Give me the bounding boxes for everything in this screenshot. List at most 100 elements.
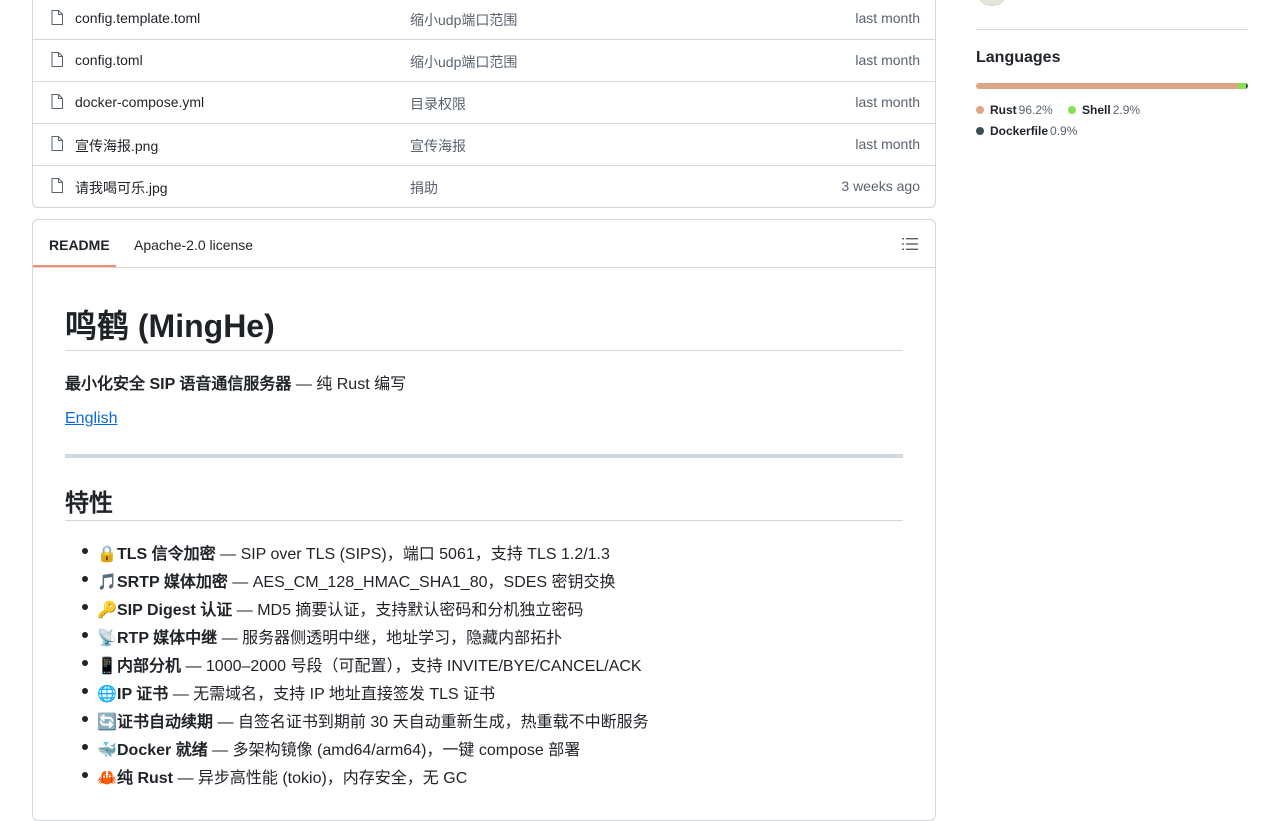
tab-readme[interactable]: README: [49, 237, 110, 253]
language-color-dot: [976, 127, 984, 135]
commit-date: last month: [855, 52, 920, 68]
feature-desc: — MD5 摘要认证，支持默认密码和分机独立密码: [232, 602, 584, 619]
readme-panel: README Apache-2.0 license 鸣鹤 (MingHe) 最小…: [32, 219, 936, 821]
feature-title: SRTP 媒体加密: [117, 574, 228, 591]
file-row[interactable]: docker-compose.yml 目录权限 last month: [33, 81, 935, 123]
readme-tagline: 最小化安全 SIP 语音通信服务器 — 纯 Rust 编写: [65, 370, 406, 394]
language-item-dockerfile[interactable]: Dockerfile 0.9%: [976, 123, 1077, 144]
english-link[interactable]: English: [65, 410, 117, 428]
feature-desc: — 服务器侧透明中继，地址学习，隐藏内部拓扑: [217, 630, 563, 647]
title-divider: [65, 350, 903, 351]
feature-item: 🌐IP 证书 — 无需域名，支持 IP 地址直接签发 TLS 证书: [65, 680, 649, 708]
bullet: [82, 576, 88, 582]
commit-date: last month: [855, 136, 920, 152]
globe-icon: 🌐: [97, 684, 117, 703]
languages-heading: Languages: [976, 49, 1061, 66]
languages-bar: [976, 83, 1248, 89]
feature-desc: — 1000–2000 号段（可配置），支持 INVITE/BYE/CANCEL…: [181, 658, 642, 675]
feature-item: 📱内部分机 — 1000–2000 号段（可配置），支持 INVITE/BYE/…: [65, 652, 649, 680]
file-row[interactable]: config.toml 缩小udp端口范围 last month: [33, 39, 935, 81]
heading-divider: [65, 520, 903, 521]
feature-title: 纯 Rust: [117, 770, 174, 787]
bullet: [82, 604, 88, 610]
feature-title: TLS 信令加密: [117, 546, 216, 563]
bullet: [82, 744, 88, 750]
feature-title: Docker 就绪: [117, 742, 208, 759]
file-icon: [51, 178, 63, 193]
language-color-dot: [1068, 106, 1077, 114]
lang-bar-rust[interactable]: [976, 83, 1238, 89]
music-note-icon: 🎵: [97, 572, 117, 591]
sidebar-divider: [976, 29, 1248, 30]
file-row[interactable]: 宣传海报.png 宣传海报 last month: [33, 123, 935, 165]
file-name-link[interactable]: config.template.toml: [75, 10, 200, 26]
bullet: [82, 688, 88, 694]
key-icon: 🔑: [97, 600, 117, 619]
language-percent: 2.9%: [1112, 103, 1141, 117]
language-color-dot: [976, 106, 984, 114]
refresh-icon: 🔄: [97, 712, 117, 731]
readme-tabs: README Apache-2.0 license: [33, 220, 935, 268]
file-row[interactable]: config.template.toml 缩小udp端口范围 last mont…: [33, 0, 935, 39]
language-percent: 0.9%: [1050, 124, 1078, 138]
bullet: [82, 632, 88, 638]
feature-desc: — SIP over TLS (SIPS)，端口 5061，支持 TLS 1.2…: [215, 546, 610, 563]
feature-item: 🐳Docker 就绪 — 多架构镜像 (amd64/arm64)，一键 comp…: [65, 736, 649, 764]
active-tab-underline: [33, 265, 116, 267]
feature-desc: — 自签名证书到期前 30 天自动重新生成，热重载不中断服务: [213, 714, 649, 731]
whale-icon: 🐳: [97, 740, 117, 759]
language-percent: 96.2%: [1018, 103, 1053, 117]
horizontal-rule: [65, 454, 903, 458]
commit-message-link[interactable]: 目录权限: [410, 94, 466, 114]
tagline-bold: 最小化安全 SIP 语音通信服务器: [65, 376, 292, 393]
feature-title: IP 证书: [117, 686, 169, 703]
tab-license[interactable]: Apache-2.0 license: [134, 237, 253, 253]
feature-title: 证书自动续期: [117, 714, 214, 731]
commit-message-link[interactable]: 缩小udp端口范围: [410, 10, 517, 30]
feature-desc: — AES_CM_128_HMAC_SHA1_80，SDES 密钥交换: [227, 574, 616, 591]
file-icon: [51, 52, 63, 67]
bullet: [82, 660, 88, 666]
language-item-rust[interactable]: Rust 96.2%: [976, 102, 1053, 123]
feature-item: 🦀纯 Rust — 异步高性能 (tokio)，内存安全，无 GC: [65, 764, 649, 792]
outline-list-icon[interactable]: [902, 237, 918, 251]
file-row[interactable]: 请我喝可乐.jpg 捐助 3 weeks ago: [33, 165, 935, 207]
bullet: [82, 772, 88, 778]
commit-message-link[interactable]: 缩小udp端口范围: [410, 52, 517, 72]
feature-desc: — 无需域名，支持 IP 地址直接签发 TLS 证书: [168, 686, 496, 703]
lang-bar-shell[interactable]: [1237, 83, 1246, 89]
mobile-phone-icon: 📱: [97, 656, 117, 675]
feature-item: 🔒TLS 信令加密 — SIP over TLS (SIPS)，端口 5061，…: [65, 540, 649, 568]
satellite-antenna-icon: 📡: [97, 628, 117, 647]
file-icon: [51, 10, 63, 25]
feature-title: 内部分机: [117, 658, 182, 675]
language-name: Shell: [1082, 103, 1111, 117]
feature-desc: — 多架构镜像 (amd64/arm64)，一键 compose 部署: [207, 742, 581, 759]
commit-date: 3 weeks ago: [841, 178, 920, 194]
language-name: Rust: [990, 103, 1017, 117]
feature-item: 🎵SRTP 媒体加密 — AES_CM_128_HMAC_SHA1_80，SDE…: [65, 568, 649, 596]
feature-item: 📡RTP 媒体中继 — 服务器侧透明中继，地址学习，隐藏内部拓扑: [65, 624, 649, 652]
file-name-link[interactable]: docker-compose.yml: [75, 94, 204, 110]
file-icon: [51, 136, 63, 151]
file-name-link[interactable]: 宣传海报.png: [75, 136, 158, 156]
avatar[interactable]: [979, 0, 1005, 6]
file-name-link[interactable]: 请我喝可乐.jpg: [75, 178, 168, 198]
languages-legend: Rust 96.2% Shell 2.9% Dockerfile 0.9%: [976, 102, 1248, 144]
commit-message-link[interactable]: 宣传海报: [410, 136, 466, 156]
feature-desc: — 异步高性能 (tokio)，内存安全，无 GC: [173, 770, 468, 787]
file-name-link[interactable]: config.toml: [75, 52, 143, 68]
commit-message-link[interactable]: 捐助: [410, 178, 438, 198]
feature-title: RTP 媒体中继: [117, 630, 218, 647]
feature-item: 🔄证书自动续期 — 自签名证书到期前 30 天自动重新生成，热重载不中断服务: [65, 708, 649, 736]
language-item-shell[interactable]: Shell 2.9%: [1068, 102, 1140, 123]
features-heading: 特性: [65, 490, 113, 517]
commit-date: last month: [855, 10, 920, 26]
lang-bar-dockerfile[interactable]: [1245, 83, 1248, 89]
bullet: [82, 548, 88, 554]
bullet: [82, 716, 88, 722]
file-icon: [51, 94, 63, 109]
feature-item: 🔑SIP Digest 认证 — MD5 摘要认证，支持默认密码和分机独立密码: [65, 596, 649, 624]
readme-title: 鸣鹤 (MingHe): [65, 308, 275, 344]
features-list: 🔒TLS 信令加密 — SIP over TLS (SIPS)，端口 5061，…: [65, 540, 649, 792]
